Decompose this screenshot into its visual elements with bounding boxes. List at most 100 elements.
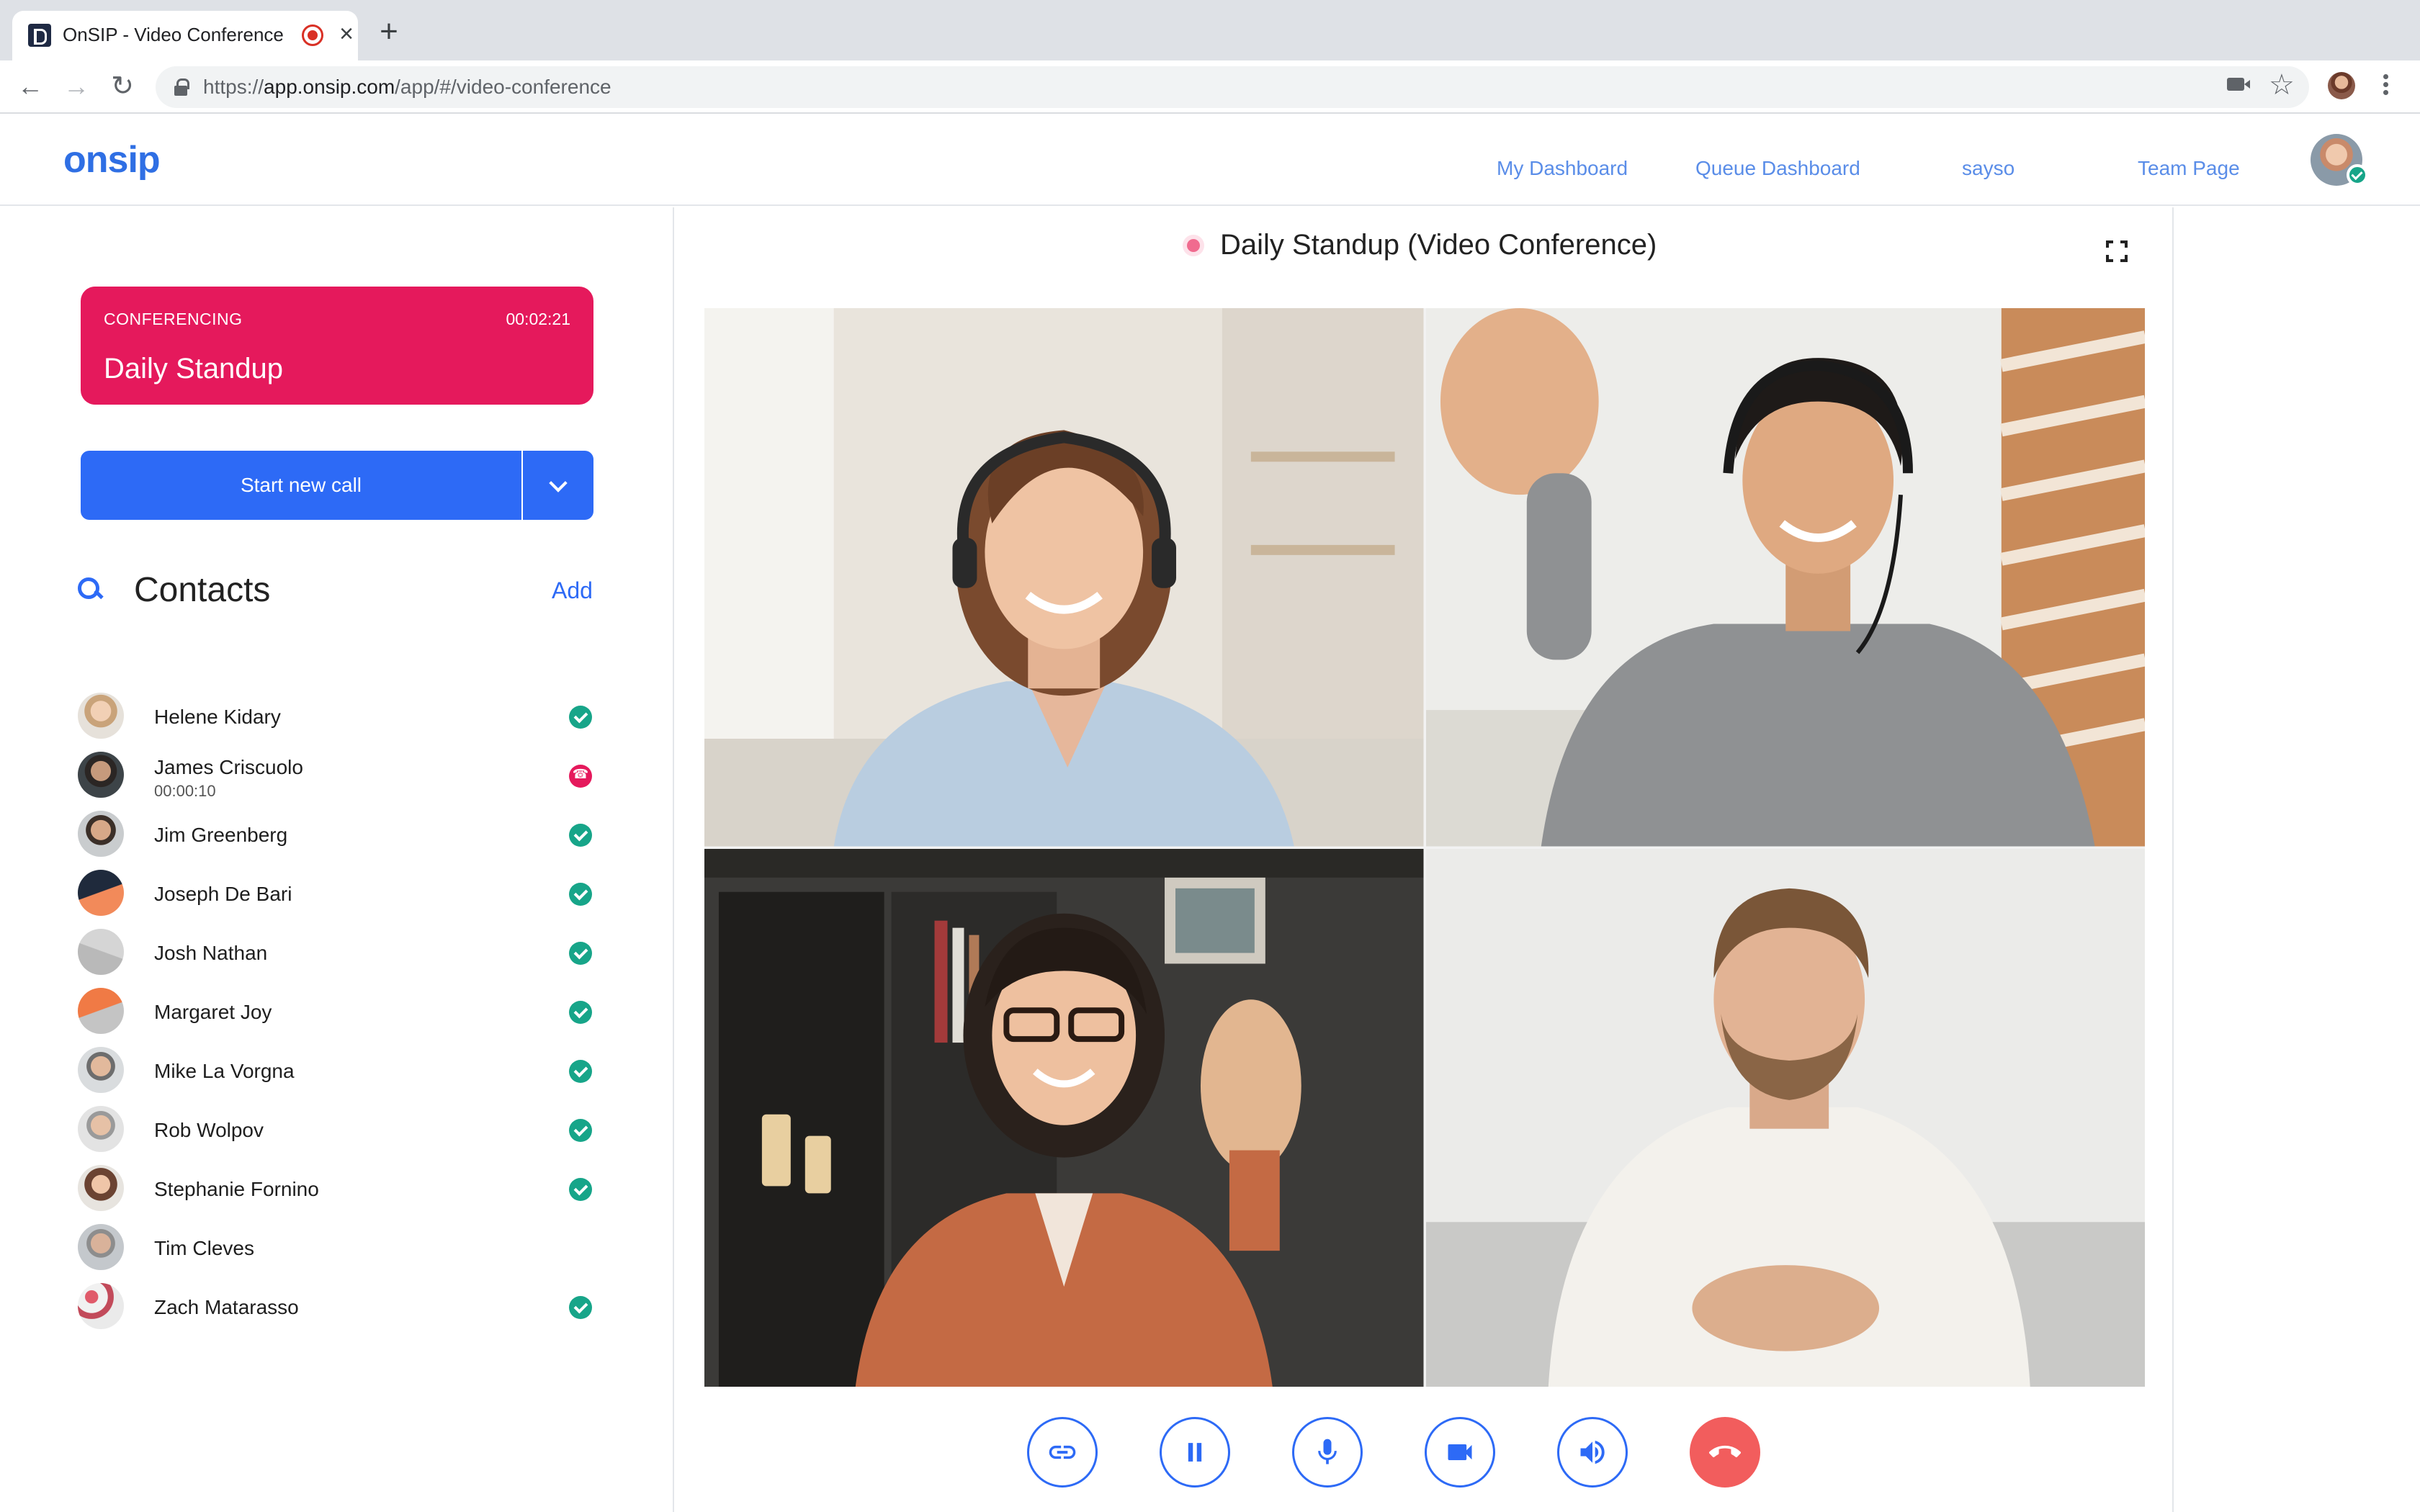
contact-avatar (78, 693, 124, 739)
contact-row[interactable]: Margaret Joy (78, 986, 596, 1037)
browser-tab[interactable]: OnSIP - Video Conference × (12, 11, 358, 60)
browser-profile-avatar[interactable] (2328, 72, 2355, 99)
contact-avatar (78, 870, 124, 916)
recording-indicator-icon (302, 24, 323, 46)
available-check-icon (569, 942, 592, 965)
url-text: https://app.onsip.com/app/#/video-confer… (203, 76, 611, 98)
contact-avatar (78, 988, 124, 1034)
contact-avatar (78, 1047, 124, 1093)
conference-timer: 00:02:21 (506, 310, 570, 328)
nav-sayso[interactable]: sayso (1962, 157, 2015, 180)
camera-button[interactable] (1425, 1417, 1495, 1488)
back-arrow-icon[interactable]: ← (14, 71, 46, 102)
link-icon (1049, 1445, 1076, 1459)
contact-avatar (78, 1106, 124, 1152)
contact-row[interactable]: Tim Cleves (78, 1223, 596, 1273)
start-new-call-button[interactable]: Start new call (81, 451, 521, 520)
video-tile-participant-4[interactable] (1425, 848, 2145, 1387)
contact-name: Helene Kidary (154, 706, 281, 728)
available-check-icon (569, 1296, 592, 1319)
browser-tab-strip: OnSIP - Video Conference × + (0, 0, 2420, 60)
available-check-icon (569, 1119, 592, 1142)
browser-menu-icon[interactable] (2381, 72, 2390, 98)
available-check-icon (569, 824, 592, 847)
hang-up-icon (1709, 1445, 1741, 1457)
conference-name: Daily Standup (104, 353, 284, 384)
contact-name: Margaret Joy (154, 1001, 272, 1023)
contact-row[interactable]: Jim Greenberg (78, 809, 596, 860)
contact-name: Mike La Vorgna (154, 1060, 295, 1082)
available-check-icon (569, 1060, 592, 1083)
contact-avatar (78, 811, 124, 857)
onsip-logo[interactable]: onsip (63, 138, 161, 181)
address-bar[interactable]: https://app.onsip.com/app/#/video-confer… (156, 66, 2309, 108)
available-check-icon (569, 706, 592, 729)
available-check-icon (569, 1001, 592, 1024)
user-status-available-icon (2347, 164, 2368, 186)
lock-icon (174, 78, 189, 96)
reload-icon[interactable]: ↻ (107, 71, 138, 102)
hold-button[interactable] (1160, 1417, 1230, 1488)
contact-name: Josh Nathan (154, 942, 268, 964)
contact-call-duration: 00:00:10 (154, 782, 216, 800)
contact-row[interactable]: Stephanie Fornino (78, 1164, 596, 1214)
available-check-icon (569, 883, 592, 906)
participant-2-video (1425, 308, 2145, 847)
conference-status: CONFERENCING (104, 310, 243, 328)
new-tab-button[interactable]: + (375, 16, 403, 48)
contact-name: Zach Matarasso (154, 1296, 299, 1318)
contact-row[interactable]: Joseph De Bari (78, 868, 596, 919)
microphone-icon (1318, 1439, 1337, 1464)
video-tile-participant-1[interactable] (704, 308, 1424, 847)
fullscreen-icon[interactable] (2106, 240, 2128, 262)
video-tile-participant-3[interactable] (704, 848, 1424, 1387)
copy-link-button[interactable] (1027, 1417, 1098, 1488)
contact-avatar (78, 1165, 124, 1211)
pause-icon (1188, 1443, 1202, 1462)
bookmark-star-icon[interactable]: ☆ (2269, 69, 2295, 101)
left-panel: CONFERENCING 00:02:21 Daily Standup Star… (0, 207, 674, 1512)
nav-team-page[interactable]: Team Page (2138, 157, 2240, 180)
on-call-phone-icon (569, 765, 592, 788)
speaker-icon (1580, 1440, 1605, 1464)
contact-avatar (78, 1224, 124, 1270)
active-conference-card[interactable]: CONFERENCING 00:02:21 Daily Standup (81, 287, 593, 405)
contact-row[interactable]: Mike La Vorgna (78, 1045, 596, 1096)
hang-up-button[interactable] (1690, 1417, 1760, 1488)
contact-row[interactable]: Rob Wolpov (78, 1104, 596, 1155)
participant-1-video (704, 308, 1424, 847)
add-contact-link[interactable]: Add (552, 577, 593, 604)
contact-name: Rob Wolpov (154, 1119, 264, 1141)
contacts-title: Contacts (134, 571, 271, 609)
call-controls (676, 1417, 2174, 1489)
video-tile-participant-2[interactable] (1425, 308, 2145, 847)
contact-avatar (78, 929, 124, 975)
contact-row[interactable]: Helene Kidary (78, 691, 596, 742)
video-camera-icon (1448, 1444, 1472, 1460)
video-grid (704, 308, 2145, 1387)
forward-arrow-icon[interactable]: → (60, 71, 92, 102)
contact-name: Tim Cleves (154, 1237, 254, 1259)
participant-3-video (704, 848, 1424, 1387)
browser-toolbar: ← → ↻ https://app.onsip.com/app/#/video-… (0, 60, 2420, 114)
call-options-chevron-down-icon[interactable] (523, 451, 593, 520)
app-header: onsip My Dashboard Queue Dashboard sayso… (0, 114, 2420, 206)
onsip-favicon-icon (28, 24, 51, 47)
available-check-icon (569, 1178, 592, 1201)
contact-name: Joseph De Bari (154, 883, 292, 905)
nav-my-dashboard[interactable]: My Dashboard (1497, 157, 1628, 180)
close-tab-icon[interactable]: × (333, 21, 359, 47)
conference-title: Daily Standup (Video Conference) (1220, 229, 1657, 261)
contact-row[interactable]: Zach Matarasso (78, 1282, 596, 1332)
search-icon[interactable] (78, 577, 104, 603)
speaker-button[interactable] (1557, 1417, 1628, 1488)
microphone-button[interactable] (1292, 1417, 1363, 1488)
tab-title: OnSIP - Video Conference (63, 24, 284, 45)
contact-avatar (78, 1283, 124, 1329)
nav-queue-dashboard[interactable]: Queue Dashboard (1695, 157, 1860, 180)
contact-row[interactable]: James Criscuolo 00:00:10 (78, 750, 596, 801)
contact-row[interactable]: Josh Nathan (78, 927, 596, 978)
camera-in-use-icon[interactable] (2227, 78, 2250, 91)
contact-name: Jim Greenberg (154, 824, 288, 846)
contact-name: James Criscuolo (154, 756, 303, 778)
